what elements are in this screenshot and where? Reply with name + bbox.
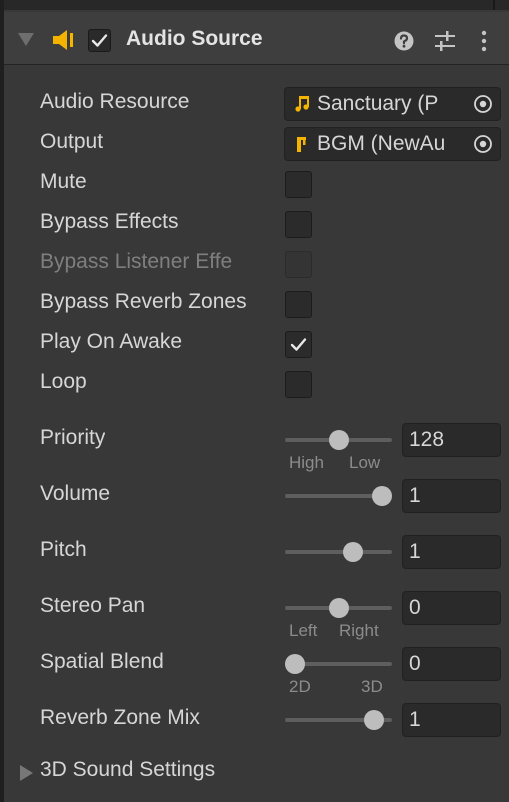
audio-resource-picker[interactable] [466, 88, 500, 120]
preset-sliders-icon[interactable] [434, 30, 456, 52]
pitch-field[interactable]: 1 [402, 535, 501, 569]
object-picker-icon [474, 95, 492, 113]
spatial-blend-field[interactable]: 0 [402, 647, 501, 681]
audio-resource-value: Sanctuary (P [317, 92, 439, 115]
output-value: BGM (NewAu [317, 132, 446, 155]
stereo-pan-min-label: Left [289, 621, 318, 640]
pitch-slider-thumb[interactable] [343, 542, 364, 562]
bypass-effects-label: Bypass Effects [40, 210, 179, 233]
window-frame [0, 0, 4, 802]
component-enabled-checkbox[interactable] [88, 29, 111, 52]
triangle-down-icon[interactable] [18, 33, 34, 46]
output-field[interactable]: BGM (NewAu [284, 127, 501, 161]
output-label: Output [40, 130, 104, 153]
output-picker[interactable] [466, 128, 500, 160]
pitch-slider-track[interactable] [285, 550, 392, 554]
priority-label: Priority [40, 426, 106, 449]
play-on-awake-checkbox[interactable] [285, 331, 312, 358]
checkmark-icon [290, 338, 307, 351]
top-strip [4, 0, 509, 10]
spatial-blend-max-label: 3D [361, 677, 383, 696]
checkmark-icon [91, 34, 108, 47]
sound-3d-settings-foldout[interactable]: 3D Sound Settings [40, 758, 215, 782]
triangle-right-icon[interactable] [20, 765, 33, 781]
bypass-effects-checkbox[interactable] [285, 211, 312, 238]
loop-checkbox[interactable] [285, 371, 312, 398]
reverb-zone-mix-label: Reverb Zone Mix [40, 706, 200, 729]
spatial-blend-slider-thumb[interactable] [285, 654, 305, 674]
speaker-icon [53, 30, 73, 50]
music-note-icon [295, 96, 309, 112]
priority-field[interactable]: 128 [402, 423, 501, 457]
kebab-menu-icon[interactable] [476, 30, 492, 52]
priority-max-label: Low [349, 453, 381, 472]
bypass-listener-effects-checkbox [285, 251, 312, 278]
loop-label: Loop [40, 370, 87, 393]
bypass-reverb-zones-label: Bypass Reverb Zones [40, 290, 247, 313]
stereo-pan-label: Stereo Pan [40, 594, 146, 617]
object-picker-icon [474, 135, 492, 153]
mute-label: Mute [40, 170, 87, 193]
component-title: Audio Source [126, 27, 263, 50]
reverb-zone-mix-field[interactable]: 1 [402, 703, 501, 737]
stereo-pan-max-label: Right [339, 621, 379, 640]
pitch-label: Pitch [40, 538, 87, 561]
mute-checkbox[interactable] [285, 171, 312, 198]
bypass-listener-effects-label: Bypass Listener Effe [40, 250, 233, 273]
play-on-awake-label: Play On Awake [40, 330, 183, 353]
priority-slider-thumb[interactable] [328, 430, 349, 450]
volume-label: Volume [40, 482, 111, 505]
audio-resource-label: Audio Resource [40, 90, 190, 113]
volume-slider-thumb[interactable] [372, 486, 392, 506]
volume-field[interactable]: 1 [402, 479, 501, 513]
audio-resource-field[interactable]: Sanctuary (P [284, 87, 501, 121]
reverb-zone-mix-slider-thumb[interactable] [364, 710, 385, 730]
spatial-blend-min-label: 2D [289, 677, 311, 696]
stereo-pan-slider-thumb[interactable] [328, 598, 349, 618]
mixer-group-icon [297, 137, 306, 152]
help-icon[interactable] [394, 31, 414, 51]
divider [493, 0, 495, 10]
stereo-pan-field[interactable]: 0 [402, 591, 501, 625]
spatial-blend-label: Spatial Blend [40, 650, 164, 673]
bypass-reverb-zones-checkbox[interactable] [285, 291, 312, 318]
priority-min-label: High [289, 453, 324, 472]
component-header[interactable]: Audio Source [4, 12, 509, 65]
